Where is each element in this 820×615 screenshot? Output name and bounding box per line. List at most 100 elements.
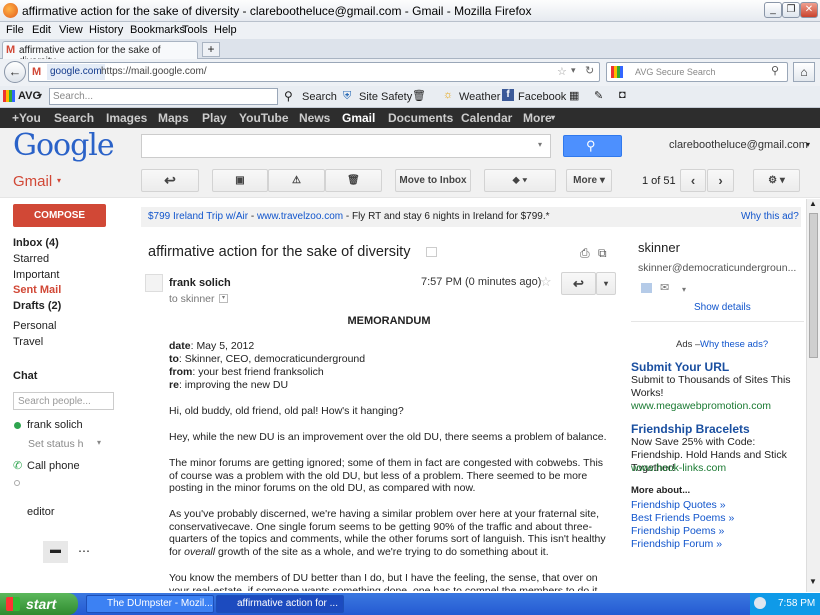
top-ad-title[interactable]: $799 Ireland Trip w/Air [148, 211, 248, 222]
reply-options-button[interactable]: ▾ [596, 272, 616, 295]
ad1-title[interactable]: Submit Your URL [631, 360, 729, 374]
chat-contact-editor[interactable]: editor [27, 506, 55, 518]
vertical-scrollbar[interactable]: ▲ ▼ [806, 199, 820, 592]
site-identity[interactable]: google.com [47, 64, 105, 80]
more-link-1[interactable]: Friendship Quotes » [631, 499, 726, 511]
menu-view[interactable]: View [59, 24, 83, 36]
report-spam-button[interactable]: ⚠ [268, 169, 325, 192]
reload-icon[interactable]: ↻ [585, 64, 594, 77]
calculator-icon[interactable]: ▦ [569, 89, 579, 102]
screenshot-icon[interactable]: ◘ [619, 89, 626, 101]
menu-help[interactable]: Help [214, 24, 237, 36]
mail-search-input[interactable]: ▾ [141, 134, 551, 158]
mail-icon[interactable]: ✉ [660, 281, 669, 294]
scroll-up-icon[interactable]: ▲ [809, 199, 817, 208]
taskbar-dumpster[interactable]: The DUmpster - Mozil... [86, 595, 214, 613]
close-button[interactable]: ✕ [800, 2, 818, 18]
gbar-news[interactable]: News [299, 111, 330, 125]
sidebar-item-inbox[interactable]: Inbox (4) [13, 237, 59, 249]
more-link-2[interactable]: Best Friends Poems » [631, 512, 734, 524]
contact-menu-icon[interactable]: ▾ [682, 285, 686, 294]
new-window-icon[interactable]: ⧉ [598, 246, 607, 261]
weather-button[interactable]: Weather [459, 91, 500, 103]
gbar-more[interactable]: More [523, 111, 552, 125]
show-details-link[interactable]: Show details [694, 302, 751, 313]
taskbar-gmail[interactable]: affirmative action for ... [216, 595, 344, 613]
menu-bookmarks[interactable]: Bookmarks [130, 24, 185, 36]
gbar-search[interactable]: Search [54, 111, 94, 125]
compose-button[interactable]: COMPOSE [13, 204, 106, 227]
chat-bubble-icon[interactable]: ▬ [43, 541, 68, 563]
more-link-3[interactable]: Friendship Poems » [631, 525, 724, 537]
sidebar-item-drafts[interactable]: Drafts (2) [13, 300, 61, 312]
gbar-plus-you[interactable]: +You [12, 111, 41, 125]
status-arrow-icon[interactable]: ▾ [97, 438, 101, 447]
menu-history[interactable]: History [89, 24, 123, 36]
gbar-youtube[interactable]: YouTube [239, 111, 289, 125]
google-logo[interactable]: Google [13, 128, 115, 163]
older-button[interactable]: › [707, 169, 734, 192]
dropdown-arrow-icon[interactable]: ▾ [571, 65, 576, 76]
back-button[interactable]: ← [4, 61, 26, 83]
ad1-url[interactable]: www.megawebpromotion.com [631, 400, 771, 412]
avg-search-input[interactable]: Search... [49, 88, 278, 105]
magnifier-icon[interactable]: ⚲ [771, 64, 779, 77]
newer-button[interactable]: ‹ [680, 169, 706, 192]
more-options-icon[interactable]: ⋯ [78, 544, 90, 558]
minimize-button[interactable]: _ [764, 2, 782, 18]
sidebar-item-personal[interactable]: Personal [13, 320, 56, 332]
more-button[interactable]: More ▾ [566, 169, 612, 192]
why-these-ads-link[interactable]: Why these ads? [700, 339, 768, 350]
scrollbar-thumb[interactable] [809, 213, 818, 358]
gbar-play[interactable]: Play [202, 111, 227, 125]
maximize-button[interactable]: ❐ [782, 2, 800, 18]
gbar-documents[interactable]: Documents [388, 111, 453, 125]
more-link-4[interactable]: Friendship Forum » [631, 538, 722, 550]
trash-icon[interactable]: 🗑 [412, 89, 426, 102]
move-to-inbox-button[interactable]: Move to Inbox [395, 169, 471, 192]
site-safety-button[interactable]: Site Safety [359, 91, 412, 103]
archive-button[interactable]: ▣ [212, 169, 268, 192]
notepad-icon[interactable]: ✎ [594, 89, 603, 102]
avg-dropdown-icon[interactable]: ▾ [38, 91, 42, 100]
reply-button[interactable]: ↩ [561, 272, 596, 295]
labels-button[interactable]: ⬥ ▾ [484, 169, 556, 192]
menu-edit[interactable]: Edit [32, 24, 51, 36]
sidebar-item-sent[interactable]: Sent Mail [13, 284, 61, 296]
star-icon[interactable]: ☆ [540, 274, 552, 290]
web-search-box[interactable]: AVG Secure Search ⚲ [606, 62, 788, 82]
tray-icon[interactable] [754, 597, 766, 609]
gbar-maps[interactable]: Maps [158, 111, 189, 125]
why-this-ad-link[interactable]: Why this ad? [741, 207, 799, 227]
details-toggle-icon[interactable]: ▾ [219, 294, 228, 303]
contact-name[interactable]: skinner [638, 240, 680, 255]
add-contact-icon[interactable] [641, 283, 652, 293]
back-to-list-button[interactable]: ↩ [141, 169, 199, 192]
facebook-button[interactable]: Facebook [518, 91, 566, 103]
settings-button[interactable]: ⚙ ▾ [753, 169, 800, 192]
gbar-images[interactable]: Images [106, 111, 147, 125]
gbar-gmail[interactable]: Gmail [342, 111, 375, 125]
tab-gmail[interactable]: M affirmative action for the sake of div… [2, 41, 198, 67]
search-people-input[interactable]: Search people... [13, 392, 114, 410]
delete-button[interactable]: 🗑 [325, 169, 382, 192]
scroll-down-icon[interactable]: ▼ [809, 577, 817, 586]
sidebar-item-travel[interactable]: Travel [13, 336, 43, 348]
sender-name[interactable]: frank solich [169, 277, 231, 289]
print-icon[interactable]: ⎙ [580, 246, 590, 261]
bookmark-star-icon[interactable]: ☆ [557, 65, 567, 78]
top-ad-site[interactable]: www.travelzoo.com [257, 211, 343, 222]
set-status-input[interactable]: Set status h [28, 438, 83, 450]
call-phone-link[interactable]: Call phone [27, 460, 80, 472]
ad2-url[interactable]: www.hook-links.com [631, 462, 726, 474]
mail-search-button[interactable]: ⚲ [563, 135, 622, 157]
url-bar[interactable]: M google.com https://mail.google.com/ ☆ … [28, 62, 600, 82]
search-options-icon[interactable]: ▾ [538, 140, 542, 149]
ad2-title[interactable]: Friendship Bracelets [631, 422, 750, 436]
home-button[interactable]: ⌂ [793, 62, 815, 82]
sidebar-item-starred[interactable]: Starred [13, 253, 49, 265]
chat-self-name[interactable]: frank solich [27, 419, 83, 431]
menu-file[interactable]: File [6, 24, 24, 36]
avg-search-button[interactable]: Search [302, 91, 337, 103]
menu-tools[interactable]: Tools [182, 24, 208, 36]
